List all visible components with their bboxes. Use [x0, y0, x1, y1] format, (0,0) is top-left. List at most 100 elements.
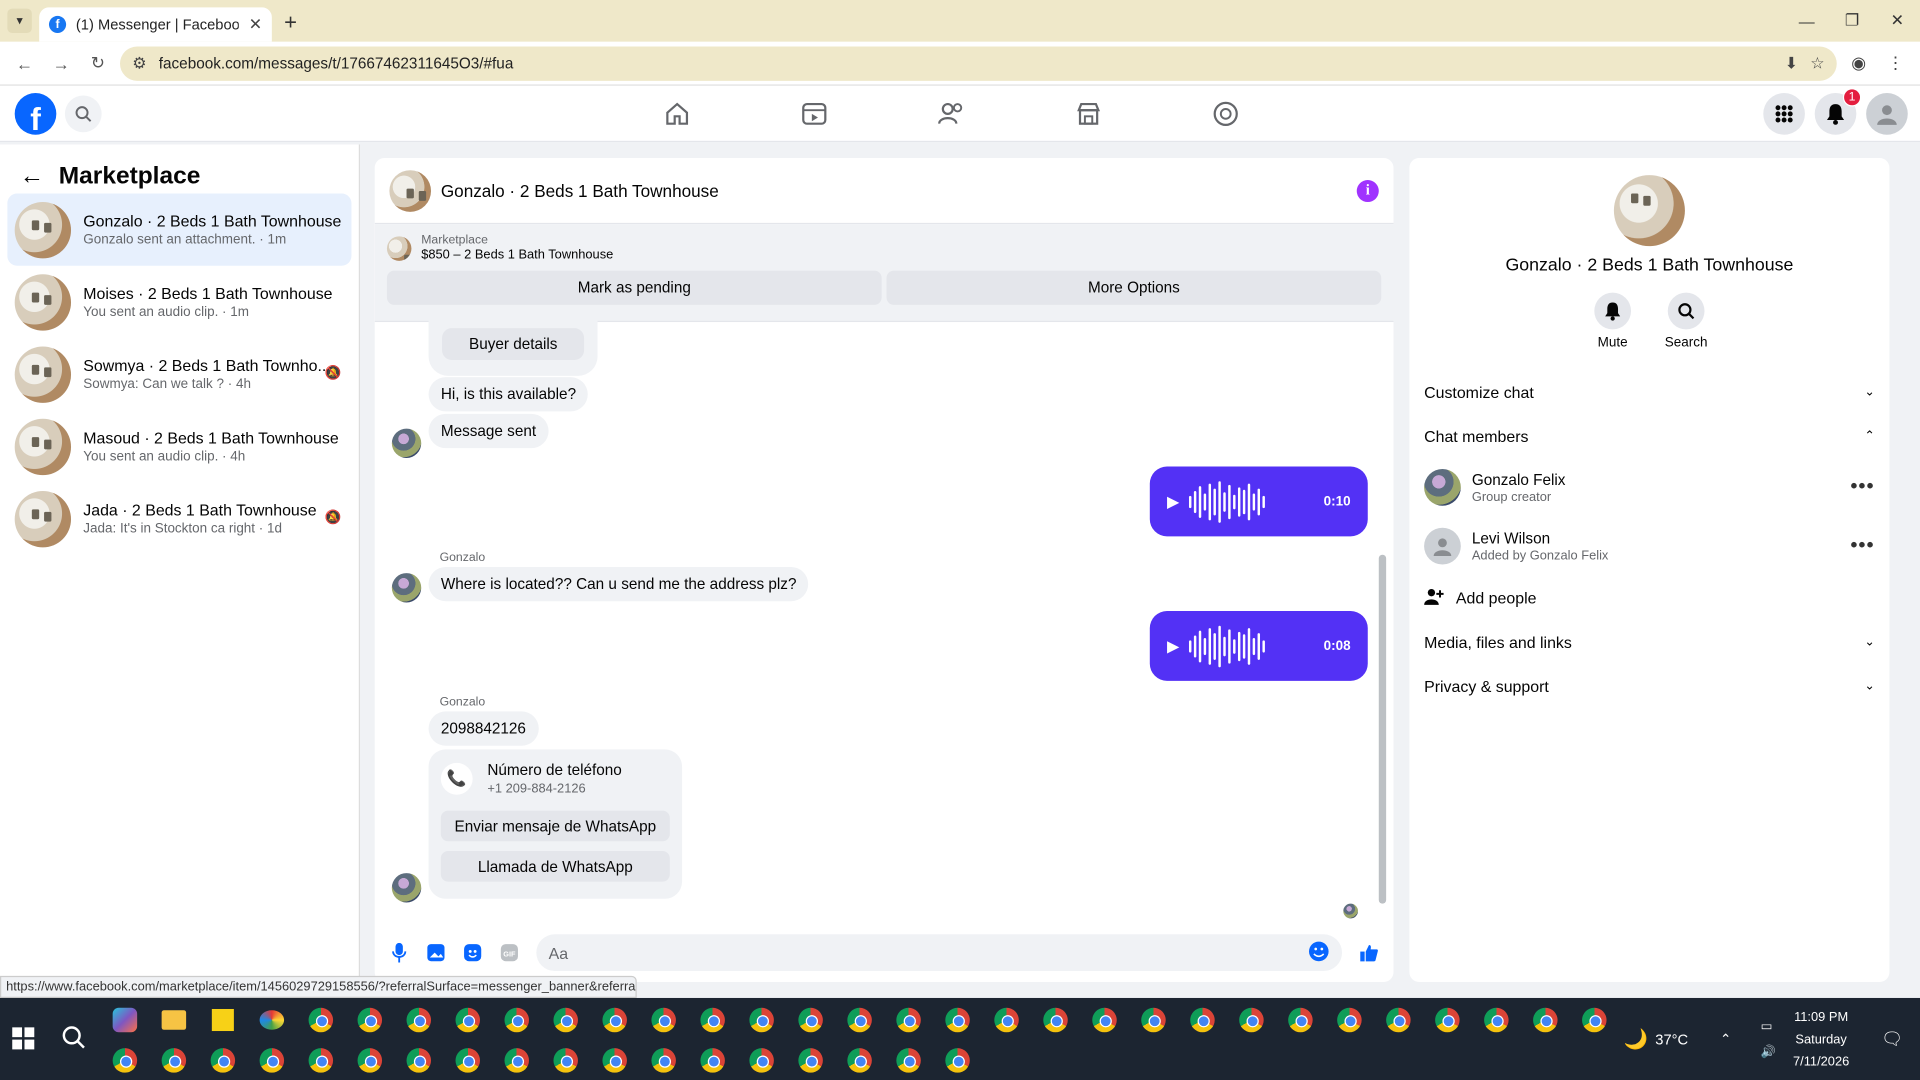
chrome-app-icon[interactable]	[939, 1044, 976, 1076]
bookmark-star-icon[interactable]: ☆	[1810, 53, 1824, 73]
conversation-item[interactable]: Masoud · 2 Beds 1 Bath Townhouse You sent…	[7, 410, 351, 482]
restore-icon[interactable]: ❐	[1829, 0, 1874, 42]
chrome-app-icon[interactable]	[547, 1004, 584, 1036]
chrome-app-icon[interactable]	[645, 1004, 682, 1036]
sender-avatar[interactable]	[391, 573, 422, 603]
chrome-app-icon[interactable]	[1233, 1004, 1270, 1036]
sender-avatar[interactable]	[391, 873, 422, 903]
sticker-icon[interactable]	[463, 943, 483, 963]
back-arrow-icon[interactable]: ←	[20, 162, 44, 190]
network-icon[interactable]: ▭ 🔊	[1761, 1019, 1776, 1058]
chrome-app-icon[interactable]	[1331, 1004, 1368, 1036]
whatsapp-message-button[interactable]: Enviar mensaje de WhatsApp	[440, 810, 670, 842]
message-input[interactable]: Aa	[536, 934, 1343, 972]
video-icon[interactable]	[746, 86, 883, 142]
back-icon[interactable]: ←	[10, 48, 39, 77]
chrome-app-icon[interactable]	[107, 1044, 144, 1076]
tab-search-icon[interactable]: ▾	[7, 8, 32, 34]
close-tab-icon[interactable]: ✕	[249, 15, 262, 35]
mark-pending-button[interactable]: Mark as pending	[386, 270, 882, 305]
more-options-button[interactable]: More Options	[886, 270, 1382, 305]
chrome-app-icon[interactable]	[547, 1044, 584, 1076]
chrome-app-icon[interactable]	[1135, 1004, 1172, 1036]
file-explorer-icon[interactable]	[156, 1004, 193, 1036]
chrome-app-icon[interactable]	[498, 1044, 535, 1076]
facebook-logo-icon[interactable]: f	[14, 92, 57, 135]
search-icon[interactable]	[64, 94, 102, 132]
more-options-icon[interactable]: •••	[1850, 476, 1874, 498]
clock[interactable]: 11:09 PM Saturday 7/11/2026	[1793, 1006, 1849, 1072]
listing-link[interactable]: Marketplace $850 – 2 Beds 1 Bath Townhous…	[386, 234, 1381, 262]
install-icon[interactable]: ⬇	[1785, 53, 1798, 73]
conversation-item[interactable]: Sowmya · 2 Beds 1 Bath Townho... Sowmya: …	[7, 338, 351, 410]
chrome-app-icon[interactable]	[1527, 1004, 1564, 1036]
close-window-icon[interactable]: ✕	[1875, 0, 1920, 42]
marketplace-icon[interactable]	[1020, 86, 1157, 142]
minimize-icon[interactable]: —	[1784, 0, 1829, 42]
chevron-up-icon[interactable]: ⌃	[1720, 1031, 1731, 1047]
sticky-notes-icon[interactable]	[204, 1004, 241, 1036]
play-icon[interactable]: ▶	[1167, 636, 1179, 656]
chat-members-section[interactable]: Chat members ⌃	[1409, 414, 1889, 458]
chrome-app-icon[interactable]	[400, 1004, 437, 1036]
temperature[interactable]: 37°C	[1655, 1030, 1688, 1047]
media-files-section[interactable]: Media, files and links ⌄	[1409, 620, 1889, 664]
chat-photo[interactable]	[1613, 175, 1685, 247]
account-avatar-icon[interactable]	[1866, 93, 1908, 135]
conversation-item[interactable]: Moises · 2 Beds 1 Bath Townhouse You sent…	[7, 266, 351, 338]
new-tab-icon[interactable]: +	[284, 10, 297, 36]
paint-icon[interactable]	[253, 1004, 290, 1036]
chat-thumbnail[interactable]	[389, 169, 432, 212]
audio-message[interactable]: ▶ 0:08	[1149, 611, 1368, 681]
chrome-app-icon[interactable]	[302, 1004, 339, 1036]
chrome-app-icon[interactable]	[792, 1044, 829, 1076]
chrome-app-icon[interactable]	[1478, 1004, 1515, 1036]
chrome-app-icon[interactable]	[351, 1044, 388, 1076]
copilot-icon[interactable]	[107, 1004, 144, 1036]
chrome-app-icon[interactable]	[890, 1044, 927, 1076]
info-icon[interactable]: i	[1356, 179, 1379, 202]
whatsapp-call-button[interactable]: Llamada de WhatsApp	[440, 851, 670, 882]
chrome-app-icon[interactable]	[1429, 1004, 1466, 1036]
add-people-button[interactable]: Add people	[1409, 576, 1889, 620]
reload-icon[interactable]: ↻	[83, 48, 112, 77]
browser-tab[interactable]: f (1) Messenger | Facebook ✕	[39, 7, 272, 42]
chat-title[interactable]: Gonzalo · 2 Beds 1 Bath Townhouse	[441, 181, 1357, 201]
scrollbar[interactable]	[1378, 554, 1387, 904]
chrome-app-icon[interactable]	[253, 1044, 290, 1076]
chrome-app-icon[interactable]	[841, 1044, 878, 1076]
like-thumb-icon[interactable]	[1359, 943, 1379, 963]
search-chat-button[interactable]: Search	[1664, 292, 1708, 350]
chrome-app-icon[interactable]	[694, 1044, 731, 1076]
chrome-app-icon[interactable]	[449, 1004, 486, 1036]
chrome-app-icon[interactable]	[743, 1004, 780, 1036]
chrome-app-icon[interactable]	[988, 1004, 1025, 1036]
site-info-icon[interactable]: ⚙	[132, 53, 146, 73]
customize-chat-section[interactable]: Customize chat ⌄	[1409, 370, 1889, 414]
forward-icon[interactable]: →	[47, 48, 76, 77]
chrome-app-icon[interactable]	[351, 1004, 388, 1036]
search-icon[interactable]	[61, 1025, 85, 1056]
browser-menu-icon[interactable]: ⋮	[1881, 48, 1910, 77]
chrome-app-icon[interactable]	[792, 1004, 829, 1036]
conversation-item[interactable]: Jada · 2 Beds 1 Bath Townhouse Jada: It's…	[7, 482, 351, 554]
chrome-app-icon[interactable]	[694, 1004, 731, 1036]
chrome-app-icon[interactable]	[1086, 1004, 1123, 1036]
gif-icon[interactable]: GIF	[500, 943, 520, 963]
notification-center-icon[interactable]: 🗨	[1881, 1029, 1903, 1050]
friends-icon[interactable]	[883, 86, 1020, 142]
chrome-app-icon[interactable]	[743, 1044, 780, 1076]
mute-button[interactable]: Mute	[1591, 292, 1635, 350]
audio-message[interactable]: ▶ 0:10	[1149, 466, 1368, 537]
menu-grid-icon[interactable]	[1763, 93, 1805, 135]
chrome-app-icon[interactable]	[449, 1044, 486, 1076]
chrome-app-icon[interactable]	[400, 1044, 437, 1076]
chrome-app-icon[interactable]	[841, 1004, 878, 1036]
chrome-app-icon[interactable]	[1037, 1004, 1074, 1036]
chrome-app-icon[interactable]	[204, 1044, 241, 1076]
home-icon[interactable]	[609, 86, 746, 142]
chrome-app-icon[interactable]	[1282, 1004, 1319, 1036]
notifications-bell-icon[interactable]: 1	[1814, 88, 1862, 135]
windows-start-icon[interactable]	[12, 1027, 35, 1050]
url-field[interactable]: ⚙ facebook.com/messages/t/17667462311645…	[120, 45, 1837, 81]
